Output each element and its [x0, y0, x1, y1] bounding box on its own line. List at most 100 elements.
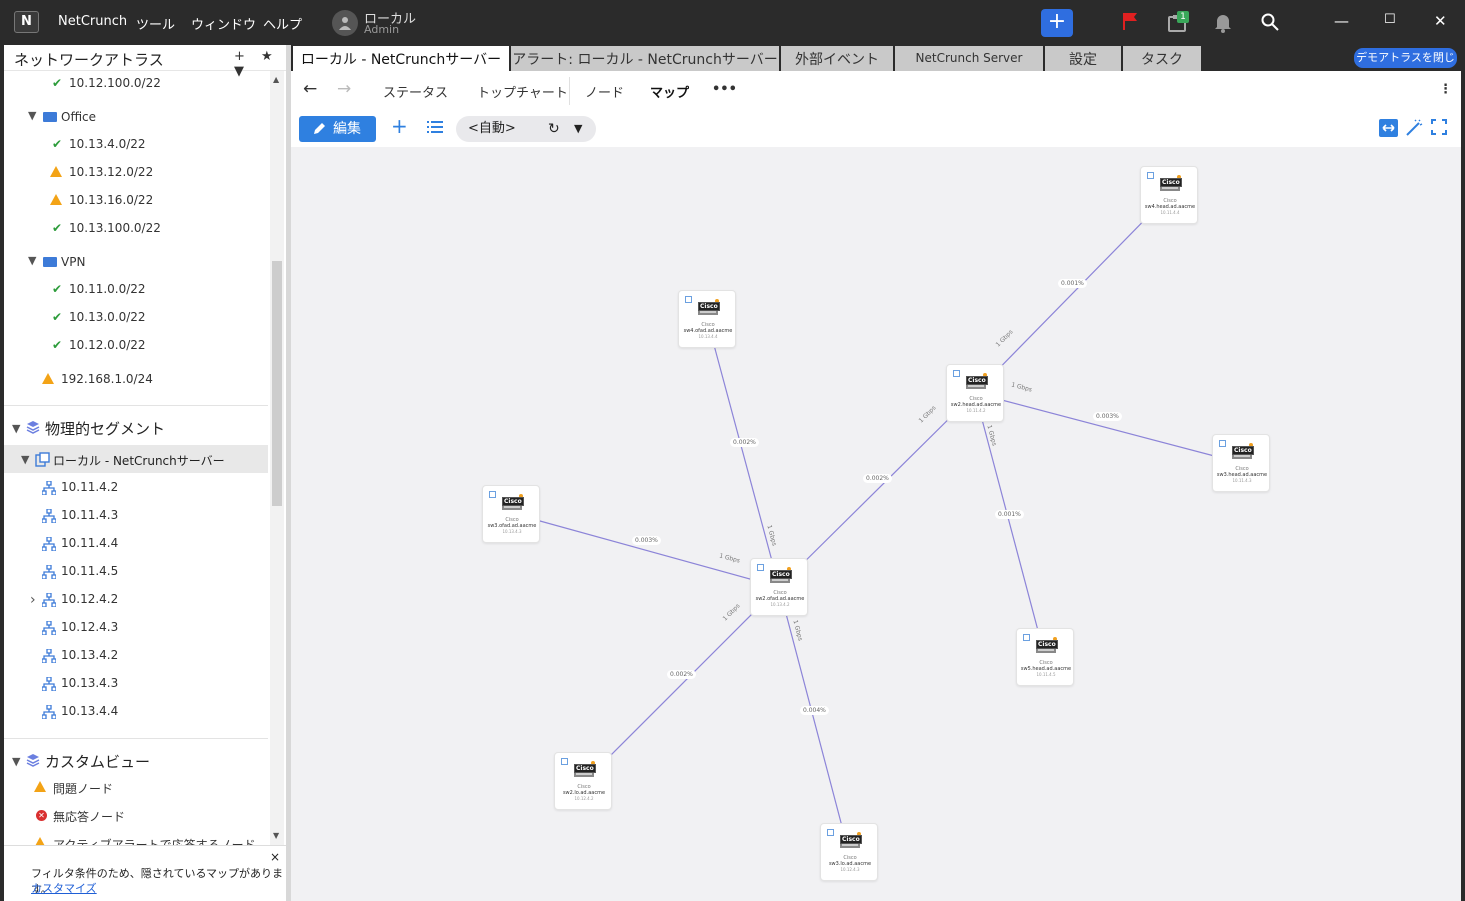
fit-width-icon[interactable] [1379, 119, 1398, 137]
link-line[interactable] [582, 586, 780, 784]
scroll-down-icon[interactable]: ▼ [273, 831, 279, 840]
chevron-down-icon[interactable]: ▼ [21, 453, 29, 466]
map-node-sw3-ofad[interactable]: Cisco Cisco sw3.ofad.ad.aacme 10.13.4.3 [482, 485, 540, 543]
scrollbar-thumb[interactable] [272, 261, 282, 506]
segment-item[interactable]: 10.11.4.5 [4, 561, 264, 583]
map-node-sw2-head[interactable]: Cisco Cisco sw2.head.ad.aacme 10.11.4.2 [946, 364, 1004, 422]
chevron-down-icon[interactable]: ▼ [28, 109, 36, 122]
tab-settings[interactable]: 設定 [1045, 46, 1121, 71]
edit-button[interactable]: 編集 [299, 116, 376, 142]
menu-netcrunch[interactable]: NetCrunch [58, 14, 127, 29]
back-arrow-icon[interactable]: ← [303, 79, 317, 99]
tree-folder-vpn[interactable]: ▼ VPN [4, 252, 264, 274]
map-node-sw4-ofad[interactable]: Cisco Cisco sw4.ofad.ad.aacme 10.13.4.4 [678, 290, 736, 348]
forward-arrow-icon[interactable]: → [337, 79, 351, 99]
user-avatar-icon[interactable] [332, 10, 358, 36]
node-ip: 10.12.4.3 [840, 867, 860, 872]
map-node-sw4-head[interactable]: Cisco Cisco sw4.head.ad.aacme 10.11.4.4 [1140, 166, 1198, 224]
sidebar-scrollbar[interactable]: ▲ ▼ [270, 71, 284, 845]
tab-external-events[interactable]: 外部イベント [781, 46, 893, 71]
chevron-down-icon[interactable]: ▼ [12, 422, 20, 435]
segment-item[interactable]: 10.13.4.2 [4, 645, 264, 667]
warning-icon [42, 373, 54, 384]
segment-item[interactable]: 10.13.4.3 [4, 673, 264, 695]
chevron-down-icon[interactable]: ▼ [12, 755, 20, 768]
tree-item[interactable]: ✔ 10.12.0.0/22 [4, 335, 264, 357]
link-line[interactable] [778, 586, 850, 854]
section-custom-views[interactable]: ▼ カスタムビュー [4, 750, 264, 774]
chevron-right-icon[interactable]: › [30, 592, 36, 608]
tab-alerts[interactable]: アラート: ローカル - NetCrunchサーバー [511, 46, 779, 71]
fullscreen-icon[interactable] [1431, 119, 1447, 135]
kebab-menu-icon[interactable]: ⋮ [1439, 82, 1452, 97]
tree-item[interactable]: ✔ 10.13.0.0/22 [4, 307, 264, 329]
network-map[interactable]: 0.001% 1 Gbps 0.003% 1 Gbps 0.001% 1 Gbp… [291, 147, 1461, 901]
custom-view-item[interactable]: ✕ 無応答ノード [4, 805, 264, 827]
tree-item[interactable]: ✔ 10.13.100.0/22 [4, 218, 264, 240]
map-node-sw3-lo[interactable]: Cisco Cisco sw3.lo.ad.aacme 10.12.4.3 [820, 823, 878, 881]
search-icon[interactable] [1261, 13, 1279, 31]
main-panel: ローカル - NetCrunchサーバー アラート: ローカル - NetCru… [291, 45, 1461, 901]
tab-local-server[interactable]: ローカル - NetCrunchサーバー [293, 46, 509, 71]
link-line[interactable] [974, 392, 1046, 658]
flag-icon[interactable] [1122, 12, 1138, 32]
refresh-icon[interactable]: ↻ [548, 116, 560, 142]
map-node-sw5-head[interactable]: Cisco Cisco sw5.head.ad.aacme 10.11.4.5 [1016, 628, 1074, 686]
segment-item[interactable]: 10.11.4.4 [4, 533, 264, 555]
custom-view-item[interactable]: 問題ノード [4, 777, 264, 799]
node-ip: 10.13.4.4 [698, 334, 718, 339]
menu-tools[interactable]: ツール [136, 14, 175, 33]
segment-item[interactable]: › 10.12.4.2 [4, 589, 264, 611]
tab-netcrunch-server[interactable]: NetCrunch Server [895, 46, 1043, 71]
menu-window[interactable]: ウィンドウ [191, 14, 256, 33]
nav-map[interactable]: マップ [650, 82, 689, 101]
nav-nodes[interactable]: ノード [585, 82, 624, 101]
section-physical-segments[interactable]: ▼ 物理的セグメント [4, 417, 264, 441]
tree-item[interactable]: ✔ 10.13.4.0/22 [4, 134, 264, 156]
ok-check-icon: ✔ [52, 310, 63, 324]
minimize-icon[interactable]: — [1334, 12, 1349, 30]
tree-item[interactable]: 10.13.12.0/22 [4, 162, 264, 184]
segment-item[interactable]: 10.11.4.2 [4, 477, 264, 499]
bell-icon[interactable] [1214, 13, 1232, 33]
scroll-up-icon[interactable]: ▲ [273, 75, 279, 84]
add-button[interactable]: + [1041, 9, 1073, 37]
tree-item-local-server[interactable]: ▼ ローカル - NetCrunchサーバー [4, 445, 268, 473]
add-icon[interactable]: + [391, 114, 408, 138]
tab-tasks[interactable]: タスク [1123, 46, 1201, 71]
menu-help[interactable]: ヘルプ [263, 14, 302, 33]
close-notice-icon[interactable]: × [270, 850, 280, 864]
tree-item-label: 192.168.1.0/24 [61, 372, 153, 386]
map-node-sw2-lo[interactable]: Cisco Cisco sw2.lo.ad.aacme 10.12.4.2 [554, 752, 612, 810]
segment-label: 10.13.4.4 [61, 704, 119, 718]
tree-item[interactable]: ✔ 10.12.100.0/22 [4, 73, 264, 95]
customize-link[interactable]: カスタマイズ [31, 880, 97, 896]
link-line[interactable] [974, 194, 1170, 394]
nav-status[interactable]: ステータス [383, 82, 448, 101]
tree-item[interactable]: ✔ 10.11.0.0/22 [4, 279, 264, 301]
close-demo-atlas-button[interactable]: デモアトラスを閉じる [1354, 48, 1457, 84]
segment-item[interactable]: 10.12.4.3 [4, 617, 264, 639]
segment-item[interactable]: 10.11.4.3 [4, 505, 264, 527]
sidebar-title: ネットワークアトラス [14, 51, 164, 69]
link-line[interactable] [974, 392, 1242, 464]
layout-select[interactable]: <自動> ↻ ▼ [456, 116, 596, 142]
tree-item[interactable]: 192.168.1.0/24 [4, 369, 264, 391]
segment-item[interactable]: 10.13.4.4 [4, 701, 264, 723]
list-icon[interactable] [427, 120, 443, 134]
chevron-down-icon[interactable]: ▼ [28, 254, 36, 267]
close-icon[interactable]: ✕ [1434, 12, 1447, 30]
chevron-down-icon[interactable]: ▼ [574, 116, 582, 142]
magic-wand-icon[interactable] [1405, 119, 1423, 137]
maximize-icon[interactable]: ☐ [1384, 12, 1396, 27]
link-line[interactable] [778, 392, 976, 588]
tree-item[interactable]: 10.13.16.0/22 [4, 190, 264, 212]
link-line[interactable] [510, 512, 780, 588]
custom-view-item[interactable]: アクティブアラートで応答するノード [4, 833, 264, 845]
map-node-sw3-head[interactable]: Cisco Cisco sw3.head.ad.aacme 10.11.4.3 [1212, 434, 1270, 492]
more-icon[interactable]: ••• [712, 82, 737, 97]
nav-top-charts[interactable]: トップチャート [477, 82, 568, 101]
tree-folder-office[interactable]: ▼ Office [4, 107, 264, 129]
map-node-sw2-ofad[interactable]: Cisco Cisco sw2.ofad.ad.aacme 10.13.4.2 [750, 558, 808, 616]
link-line[interactable] [706, 318, 780, 588]
